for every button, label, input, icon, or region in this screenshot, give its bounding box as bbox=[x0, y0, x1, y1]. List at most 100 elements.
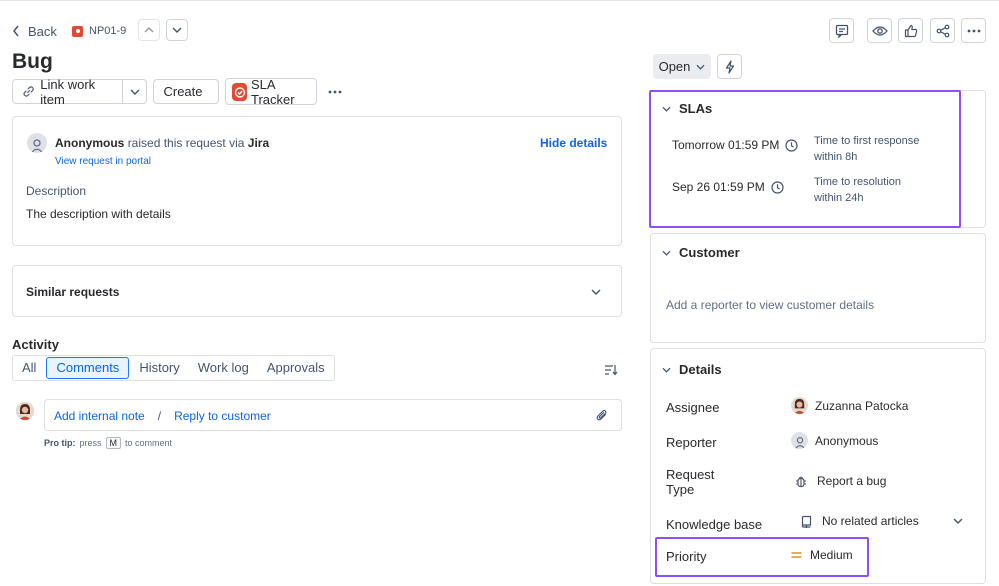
tab-all[interactable]: All bbox=[13, 356, 45, 380]
lightning-icon bbox=[725, 59, 734, 74]
link-work-item-label: Link work item bbox=[40, 76, 96, 107]
chevron-down-icon bbox=[130, 89, 139, 95]
similar-requests-label: Similar requests bbox=[26, 285, 120, 299]
issue-key: NP01-9 bbox=[89, 25, 127, 37]
similar-requests-panel[interactable]: Similar requests bbox=[12, 265, 622, 317]
previous-issue-button[interactable] bbox=[138, 19, 160, 41]
toolbar-more-button[interactable] bbox=[326, 85, 344, 99]
tab-work-log[interactable]: Work log bbox=[189, 356, 258, 380]
sla-tracker-button[interactable]: SLA Tracker bbox=[225, 76, 317, 107]
request-details-card: Anonymous raised this request via Jira V… bbox=[12, 116, 622, 246]
assignee-field[interactable]: Zuzanna Patocka bbox=[791, 397, 908, 414]
sla-tracker-app-icon bbox=[232, 82, 247, 101]
watch-button[interactable] bbox=[867, 18, 892, 43]
requester-name: Anonymous bbox=[55, 136, 125, 150]
knowledge-base-label: Knowledge base bbox=[666, 517, 763, 532]
avatar bbox=[791, 432, 808, 449]
share-icon bbox=[936, 24, 949, 37]
description-label: Description bbox=[26, 184, 87, 198]
request-type-label-line2: Type bbox=[666, 482, 695, 497]
issue-key-breadcrumb[interactable]: NP01-9 bbox=[72, 22, 126, 40]
customer-empty-text: Add a reporter to view customer details bbox=[666, 298, 875, 312]
eye-icon bbox=[871, 25, 888, 36]
chevron-down-icon[interactable] bbox=[953, 518, 963, 524]
current-user-avatar bbox=[16, 402, 34, 420]
pro-tip-suffix: to comment bbox=[125, 438, 173, 448]
automation-button[interactable] bbox=[717, 54, 742, 79]
comment-box[interactable]: Add internal note / Reply to customer bbox=[44, 399, 622, 431]
attach-button[interactable] bbox=[596, 409, 608, 422]
tab-approvals[interactable]: Approvals bbox=[258, 356, 334, 380]
chevron-down-icon bbox=[696, 64, 705, 70]
back-label: Back bbox=[28, 23, 57, 39]
customer-header[interactable]: Customer bbox=[662, 245, 740, 260]
reporter-value: Anonymous bbox=[815, 433, 879, 448]
pro-tip-press: press bbox=[79, 438, 102, 448]
share-button[interactable] bbox=[930, 18, 955, 43]
avatar bbox=[27, 133, 47, 153]
reporter-field[interactable]: Anonymous bbox=[791, 432, 878, 449]
bug-icon bbox=[796, 475, 806, 487]
create-label: Create bbox=[163, 84, 203, 99]
assignee-value: Zuzanna Patocka bbox=[815, 398, 909, 413]
top-divider bbox=[0, 0, 999, 1]
request-type-field[interactable]: Report a bug bbox=[795, 474, 886, 488]
link-work-item-button[interactable]: Link work item bbox=[12, 76, 123, 107]
knowledge-base-value: No related articles bbox=[822, 514, 919, 528]
more-horizontal-icon bbox=[967, 29, 980, 32]
person-icon bbox=[794, 437, 805, 449]
request-type-label-line1: Request bbox=[666, 467, 715, 482]
assignee-label: Assignee bbox=[666, 400, 720, 415]
pro-tip-label: Pro tip: bbox=[44, 438, 76, 448]
link-work-item-dropdown[interactable] bbox=[122, 79, 147, 104]
priority-highlight-box bbox=[655, 537, 869, 577]
channel-name: Jira bbox=[247, 136, 270, 150]
details-header[interactable]: Details bbox=[662, 362, 722, 377]
keyboard-shortcut-key: M bbox=[105, 437, 122, 449]
reply-to-customer-link[interactable]: Reply to customer bbox=[174, 409, 271, 423]
issue-title[interactable]: Bug bbox=[12, 50, 53, 74]
more-horizontal-icon bbox=[328, 90, 342, 94]
sort-activity-button[interactable] bbox=[604, 364, 618, 376]
tab-comments[interactable]: Comments bbox=[46, 357, 130, 379]
feedback-icon bbox=[835, 24, 848, 38]
more-actions-button[interactable] bbox=[961, 18, 986, 43]
chevron-down-icon bbox=[172, 27, 182, 33]
next-issue-button[interactable] bbox=[166, 19, 188, 41]
avatar bbox=[791, 397, 808, 414]
description-text[interactable]: The description with details bbox=[26, 207, 171, 221]
create-button[interactable]: Create bbox=[153, 79, 219, 104]
chevron-down-icon bbox=[662, 367, 671, 373]
request-type-label: Request Type bbox=[666, 467, 714, 497]
paperclip-icon bbox=[596, 409, 607, 421]
pro-tip: Pro tip: press M to comment bbox=[44, 437, 172, 449]
activity-heading: Activity bbox=[12, 337, 59, 352]
hide-details-link[interactable]: Hide details bbox=[540, 136, 607, 150]
back-link[interactable]: Back bbox=[12, 22, 57, 40]
activity-tabs: All Comments History Work log Approvals bbox=[12, 355, 335, 381]
person-icon bbox=[30, 139, 44, 153]
bug-type-icon bbox=[72, 25, 83, 37]
chevron-down-icon bbox=[591, 289, 601, 295]
chevron-left-icon bbox=[13, 25, 19, 37]
sla-tracker-label: SLA Tracker bbox=[251, 76, 295, 107]
comment-actions: Add internal note / Reply to customer bbox=[54, 409, 271, 423]
view-request-in-portal-link[interactable]: View request in portal bbox=[55, 156, 151, 167]
chevron-up-icon bbox=[144, 27, 154, 33]
feedback-button[interactable] bbox=[829, 18, 854, 43]
add-internal-note-link[interactable]: Add internal note bbox=[54, 409, 145, 423]
slas-highlight-box bbox=[649, 90, 961, 228]
request-type-value: Report a bug bbox=[817, 474, 887, 488]
request-summary-line: Anonymous raised this request via Jira bbox=[55, 136, 269, 150]
status-label: Open bbox=[658, 59, 691, 74]
status-dropdown[interactable]: Open bbox=[653, 54, 711, 79]
vote-button[interactable] bbox=[898, 18, 923, 43]
tab-history[interactable]: History bbox=[130, 356, 188, 380]
comment-separator: / bbox=[157, 409, 162, 423]
customer-heading: Customer bbox=[679, 245, 740, 260]
link-icon bbox=[23, 86, 34, 97]
knowledge-base-field[interactable]: No related articles bbox=[801, 514, 919, 528]
book-icon bbox=[801, 515, 812, 528]
details-heading: Details bbox=[679, 362, 722, 377]
sort-icon bbox=[605, 365, 618, 376]
